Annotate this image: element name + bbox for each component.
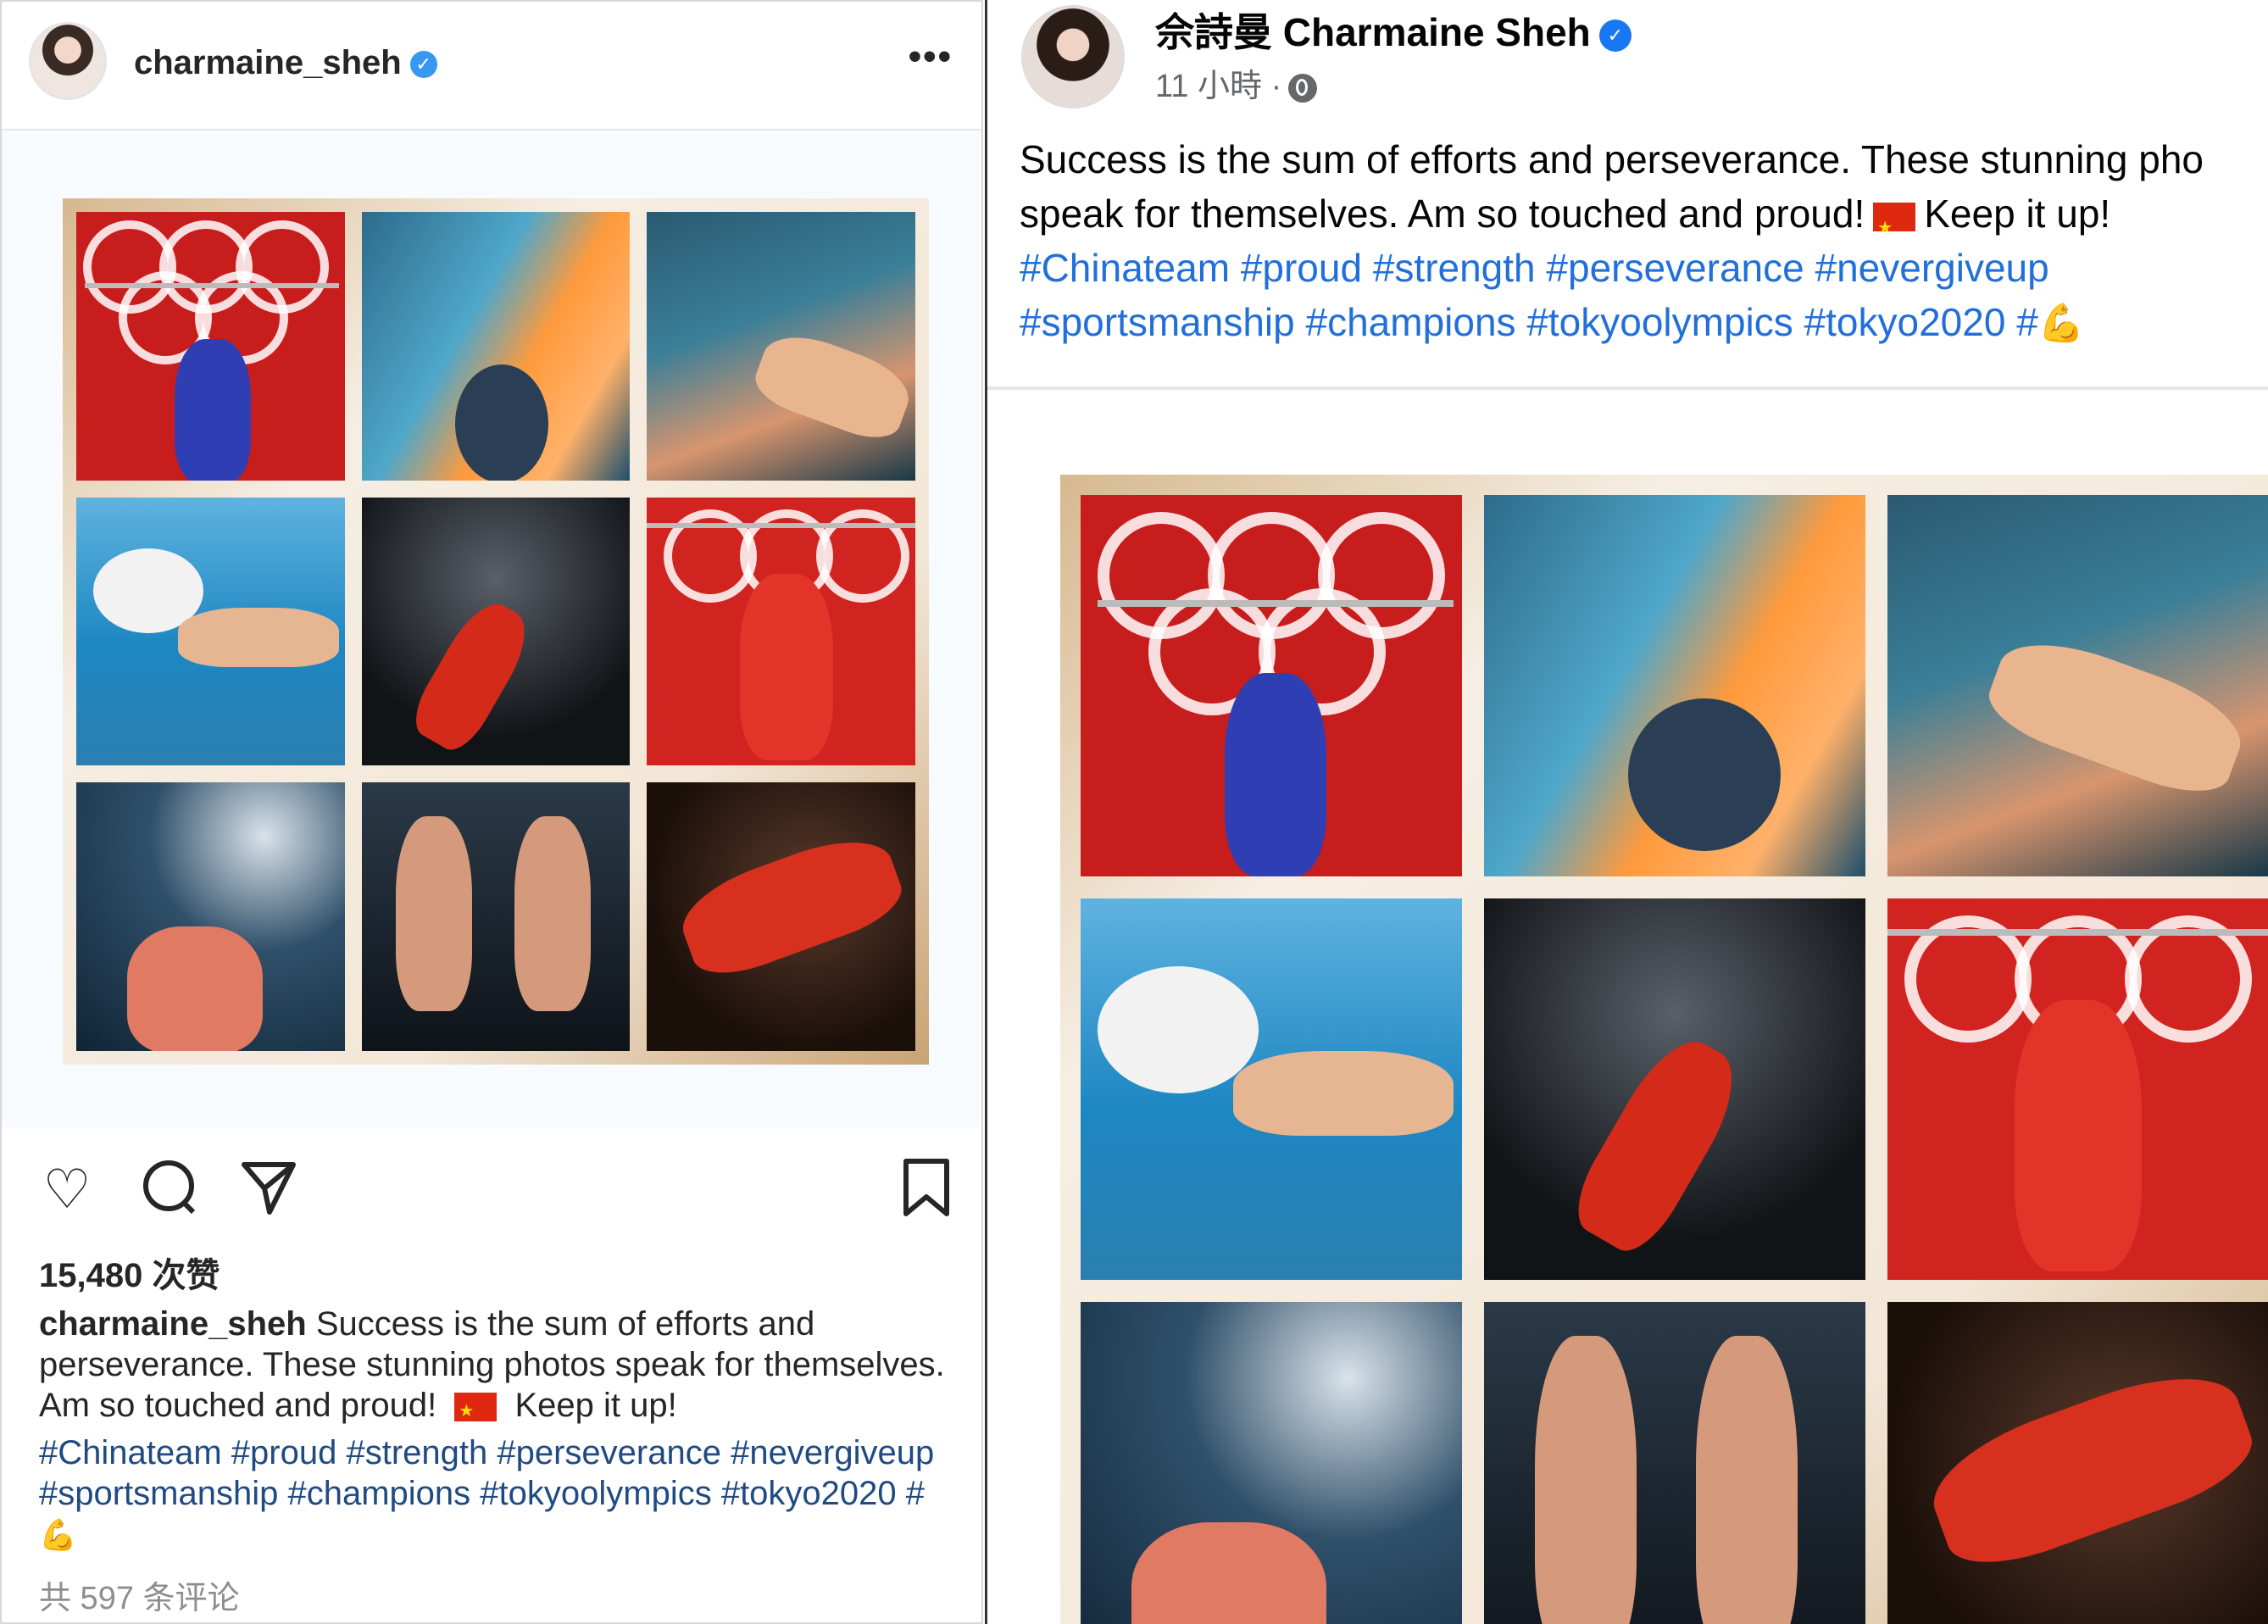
photo-weightlifter-male <box>1081 495 1462 876</box>
photo-swimmer <box>1081 898 1462 1280</box>
photo-diver <box>647 212 915 481</box>
flexed-biceps-icon: 💪 <box>39 1517 77 1552</box>
photo-synchronized-divers <box>1484 1302 1865 1624</box>
hashtag-list[interactable]: #Chinateam #proud #strength #perseveranc… <box>1020 246 2049 344</box>
verified-badge-icon: ✓ <box>409 51 437 79</box>
photo-weightlifter-female <box>647 497 915 766</box>
heart-icon[interactable]: ♡ <box>36 1158 98 1221</box>
fb-post-text: Success is the sum of efforts and persev… <box>1020 132 2268 255</box>
avatar[interactable] <box>1021 5 1125 108</box>
facebook-post: 佘詩曼 Charmaine Sheh ✓ 11 小時 · Success is t… <box>985 0 2268 1624</box>
ig-post-image[interactable] <box>2 131 981 1127</box>
photo-synchronized-divers <box>361 782 631 1051</box>
fb-hashtags[interactable]: #Chinateam #proud #strength #perseveranc… <box>1020 241 2265 351</box>
photo-shot-put <box>1081 1302 1462 1624</box>
flexed-biceps-icon: 💪 <box>2037 303 2085 344</box>
bookmark-icon[interactable] <box>895 1158 958 1221</box>
view-comments-link[interactable]: 共 597 条评论 <box>39 1571 240 1618</box>
photo-windsurfer <box>1484 495 1865 876</box>
photo-collage <box>63 198 929 1065</box>
photo-weightlifter-female <box>1887 898 2268 1280</box>
post-text-part: speak for themselves. Am so touched and … <box>1020 192 1865 236</box>
divider <box>987 387 2268 390</box>
verified-badge-icon: ✓ <box>1598 19 1632 52</box>
caption-username[interactable]: charmaine_sheh <box>39 1305 307 1343</box>
share-icon[interactable] <box>237 1158 300 1221</box>
post-timestamp[interactable]: 11 小時 · <box>1155 59 1318 106</box>
post-text-line-2: speak for themselves. Am so touched and … <box>1020 186 2268 255</box>
photo-weightlifter-male <box>76 212 345 481</box>
photo-windsurfer <box>361 212 631 481</box>
instagram-post: charmaine_sheh ✓ ••• ♡ 15,480 次赞 charmai… <box>0 0 983 1624</box>
china-flag-icon <box>1873 201 1916 255</box>
caption-text-2: Keep it up! <box>514 1387 677 1424</box>
ig-username-link[interactable]: charmaine_sheh ✓ <box>134 44 437 82</box>
photo-pommel-horse <box>647 782 915 1051</box>
photo-pommel-horse <box>1887 1302 2268 1624</box>
post-text-line-1: Success is the sum of efforts and persev… <box>1020 137 2204 181</box>
photo-gymnast-rings <box>1484 898 1865 1280</box>
ig-post-header: charmaine_sheh ✓ ••• <box>2 2 981 131</box>
comment-icon[interactable] <box>137 1158 200 1221</box>
timestamp-text: 11 小時 · <box>1155 69 1282 104</box>
username-text: charmaine_sheh <box>134 44 402 81</box>
fb-page-name-link[interactable]: 佘詩曼 Charmaine Sheh ✓ <box>1155 2 1632 58</box>
avatar[interactable] <box>29 22 107 100</box>
ig-caption: charmaine_sheh Success is the sum of eff… <box>39 1304 954 1432</box>
page-name-text: 佘詩曼 Charmaine Sheh <box>1155 10 1591 54</box>
photo-gymnast-rings <box>361 497 631 766</box>
more-options-button[interactable]: ••• <box>909 36 953 78</box>
photo-swimmer <box>76 497 345 766</box>
post-text-part: Keep it up! <box>1924 192 2111 236</box>
china-flag-icon <box>454 1391 498 1432</box>
photo-diver <box>1887 495 2268 876</box>
globe-icon <box>1288 73 1318 103</box>
hashtag-list[interactable]: #Chinateam #proud #strength #perseveranc… <box>39 1434 934 1512</box>
fb-post-header: 佘詩曼 Charmaine Sheh ✓ 11 小時 · <box>987 0 2268 127</box>
ig-action-bar: ♡ <box>2 1127 981 1229</box>
photo-shot-put <box>76 782 345 1051</box>
ig-hashtags[interactable]: #Chinateam #proud #strength #perseveranc… <box>39 1432 954 1555</box>
fb-photo-collage[interactable] <box>1060 475 2268 1624</box>
like-count[interactable]: 15,480 次赞 <box>39 1248 220 1297</box>
